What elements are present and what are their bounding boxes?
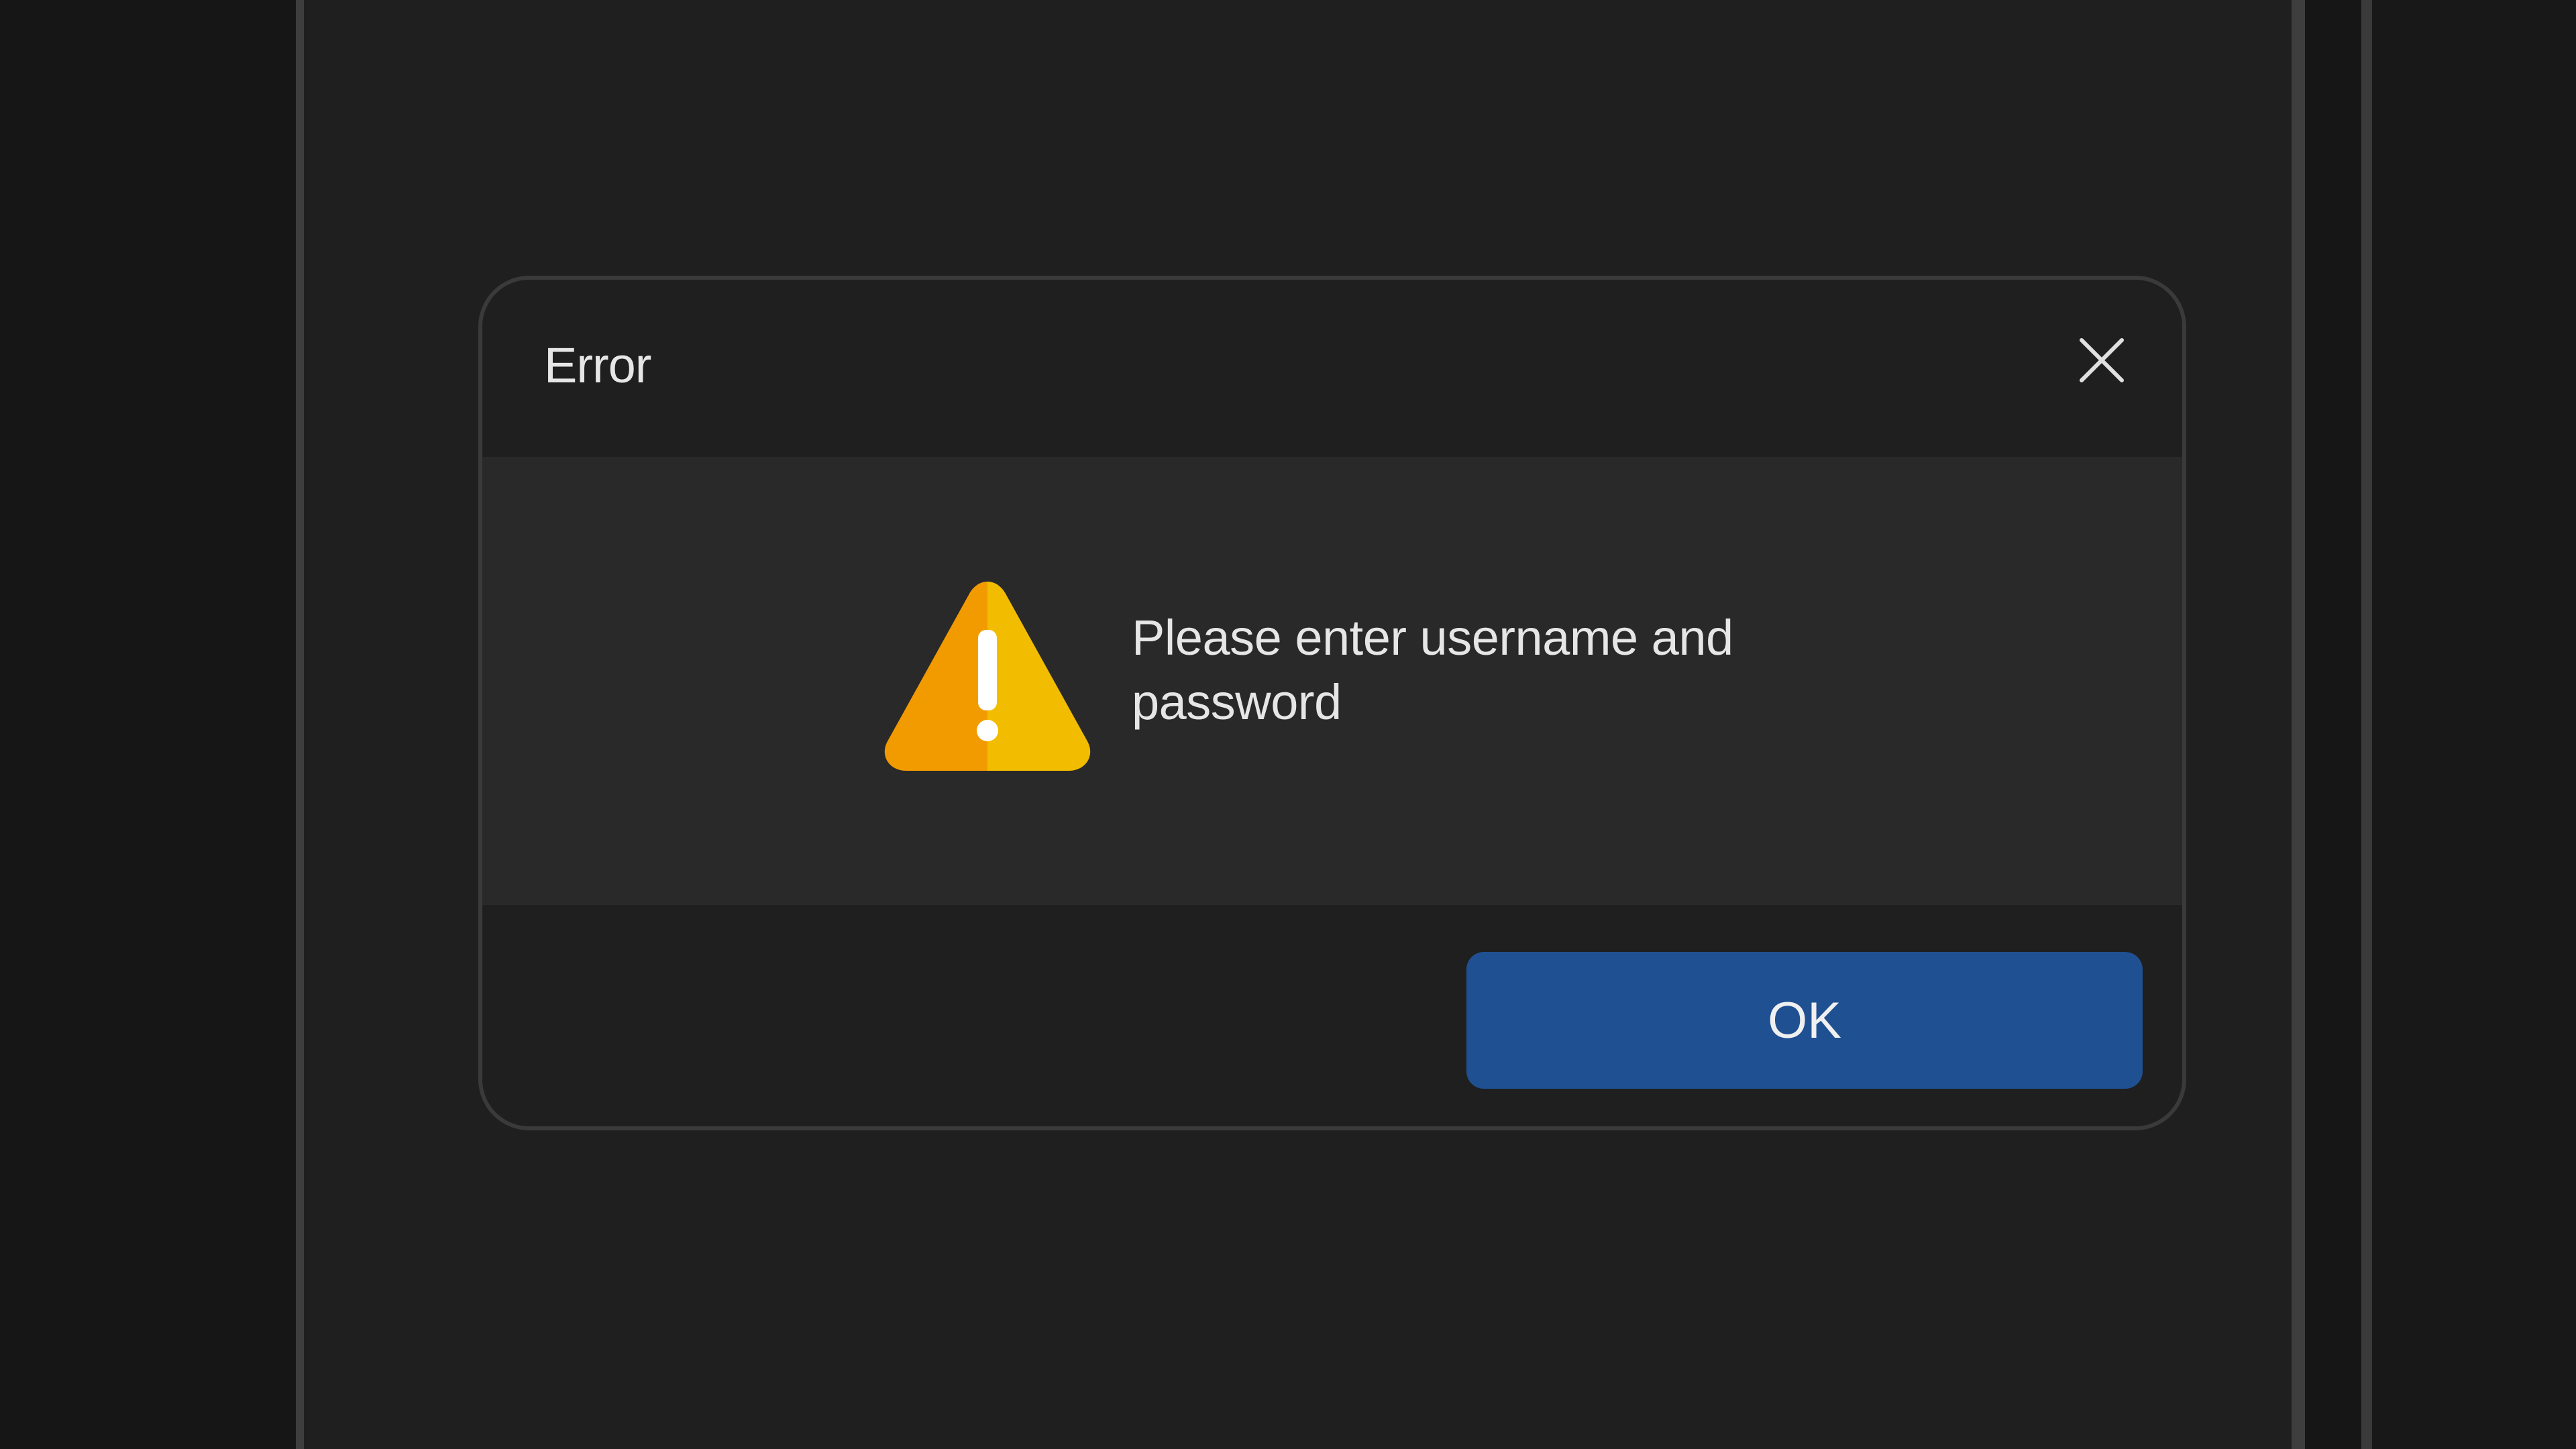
ok-button[interactable]: OK [1466, 952, 2143, 1089]
warning-triangle-icon [884, 582, 1091, 771]
screen: Error Please enter username and password… [0, 0, 2576, 1449]
error-dialog: Error Please enter username and password… [478, 276, 2186, 1130]
window-divider [2361, 0, 2372, 1449]
error-message: Please enter username and password [1132, 610, 1733, 730]
dialog-footer: OK [482, 905, 2182, 1126]
dialog-body: Please enter username and password [482, 457, 2182, 905]
dialog-title: Error [544, 337, 651, 393]
right-pane [2372, 0, 2576, 1449]
dialog-header: Error [482, 280, 2182, 457]
close-button[interactable] [2061, 320, 2142, 400]
close-icon [2080, 338, 2124, 382]
